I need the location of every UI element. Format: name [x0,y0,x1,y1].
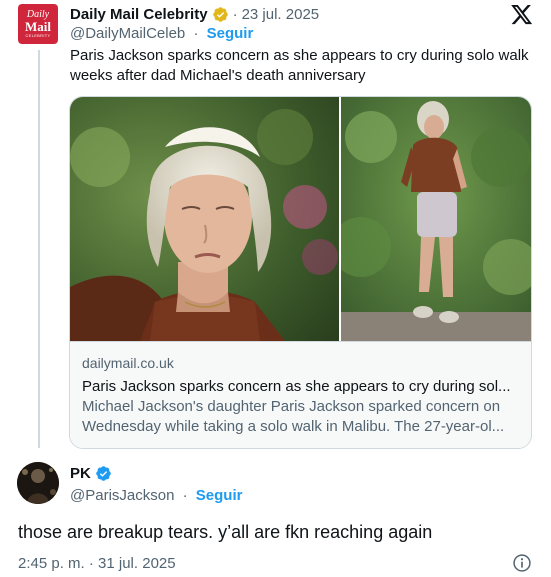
quoted-handle[interactable]: @DailyMailCeleb [70,25,185,42]
reply-timestamp[interactable]: 2:45 p. m. · 31 jul. 2025 [18,555,176,572]
info-icon[interactable] [512,553,532,573]
follow-button[interactable]: Seguir [207,25,254,42]
card-description-line: Michael Jackson's daughter Paris Jackson… [82,398,501,415]
thread-connector-line [38,50,40,448]
reply-avatar[interactable] [17,462,59,504]
reply-header: PK [70,465,112,482]
quoted-tweet-text: Paris Jackson sparks concern as she appe… [70,47,529,84]
reply-handle-line: @ParisJackson · Seguir [70,487,242,504]
separator-dot: · [232,5,238,23]
article-photo-closeup [70,97,339,341]
quoted-date[interactable]: 23 jul. 2025 [242,6,320,23]
separator-dot: · [182,487,188,504]
card-title: Paris Jackson sparks concern as she appe… [82,378,511,395]
dailymail-celebrity-avatar[interactable]: Daily Mail CELEBRITY [18,4,58,44]
verified-badge-icon [96,466,111,481]
quoted-tweet-header: Daily Mail Celebrity · 23 jul. 2025 [70,4,319,24]
link-preview-card[interactable]: dailymail.co.uk Paris Jackson sparks con… [69,96,532,449]
reply-handle[interactable]: @ParisJackson [70,487,174,504]
quoted-handle-line: @DailyMailCeleb · Seguir [70,25,253,42]
x-logo-icon[interactable] [511,5,533,25]
reply-display-name[interactable]: PK [70,465,91,482]
card-meta: dailymail.co.uk Paris Jackson sparks con… [70,341,531,448]
card-domain: dailymail.co.uk [82,355,174,371]
separator-dot: · [193,25,199,42]
reply-tweet-text: those are breakup tears. y’all are fkn r… [18,522,433,542]
card-description: Michael Jackson's daughter Paris Jackson… [82,397,519,437]
verified-badge-icon [212,6,228,22]
article-photo-fullbody [341,97,531,341]
card-description-line: Wednesday while taking a solo walk in Ma… [82,418,505,435]
follow-button[interactable]: Seguir [196,487,243,504]
quoted-display-name[interactable]: Daily Mail Celebrity [70,6,208,23]
